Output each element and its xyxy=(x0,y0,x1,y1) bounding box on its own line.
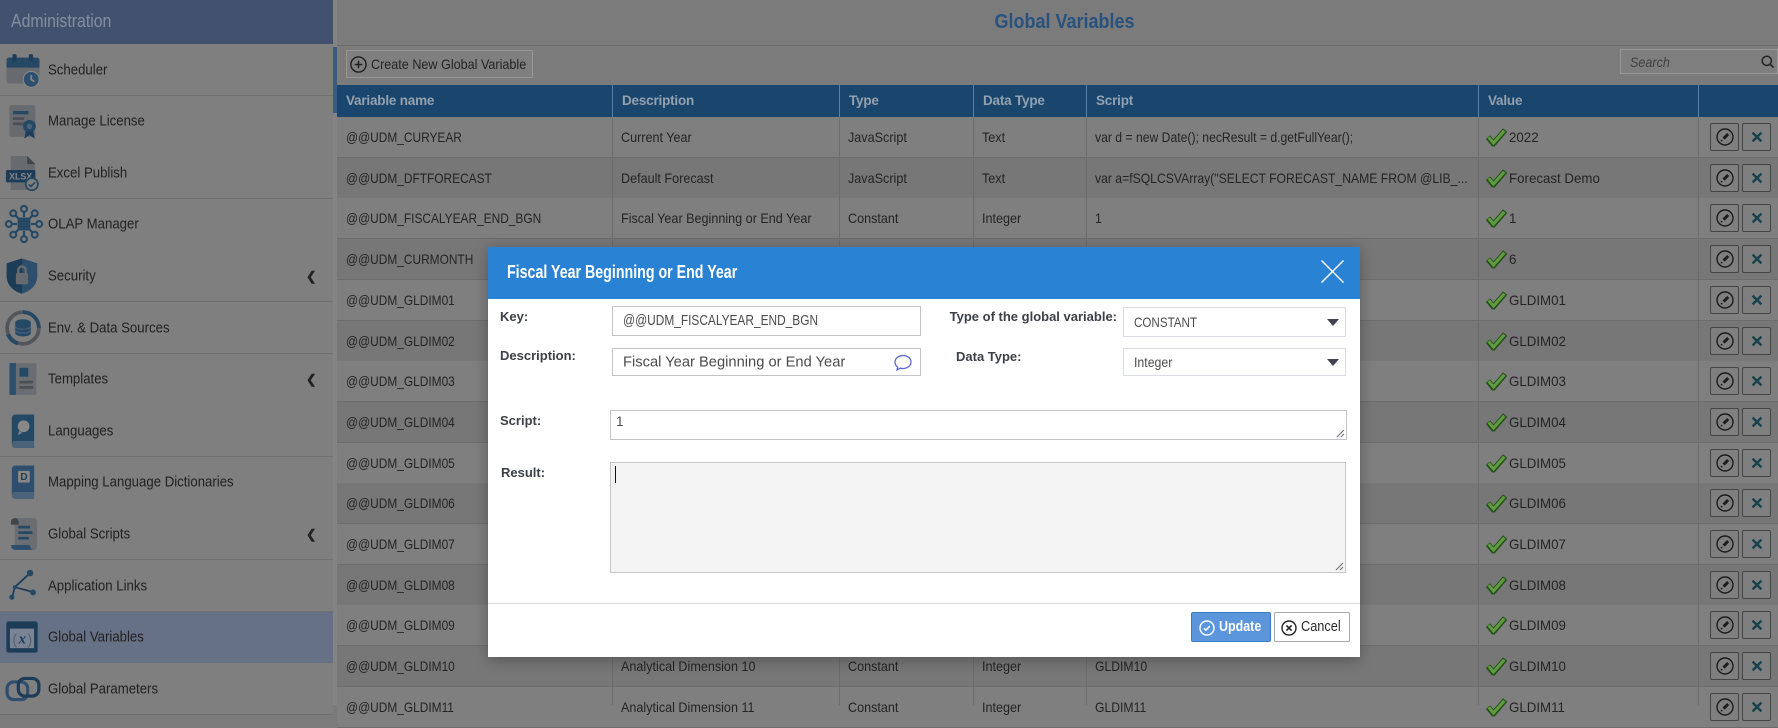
svg-text:x: x xyxy=(17,632,26,648)
svg-text:D: D xyxy=(20,473,27,484)
svg-text:): ) xyxy=(27,632,32,648)
svg-text:(: ( xyxy=(12,632,17,648)
